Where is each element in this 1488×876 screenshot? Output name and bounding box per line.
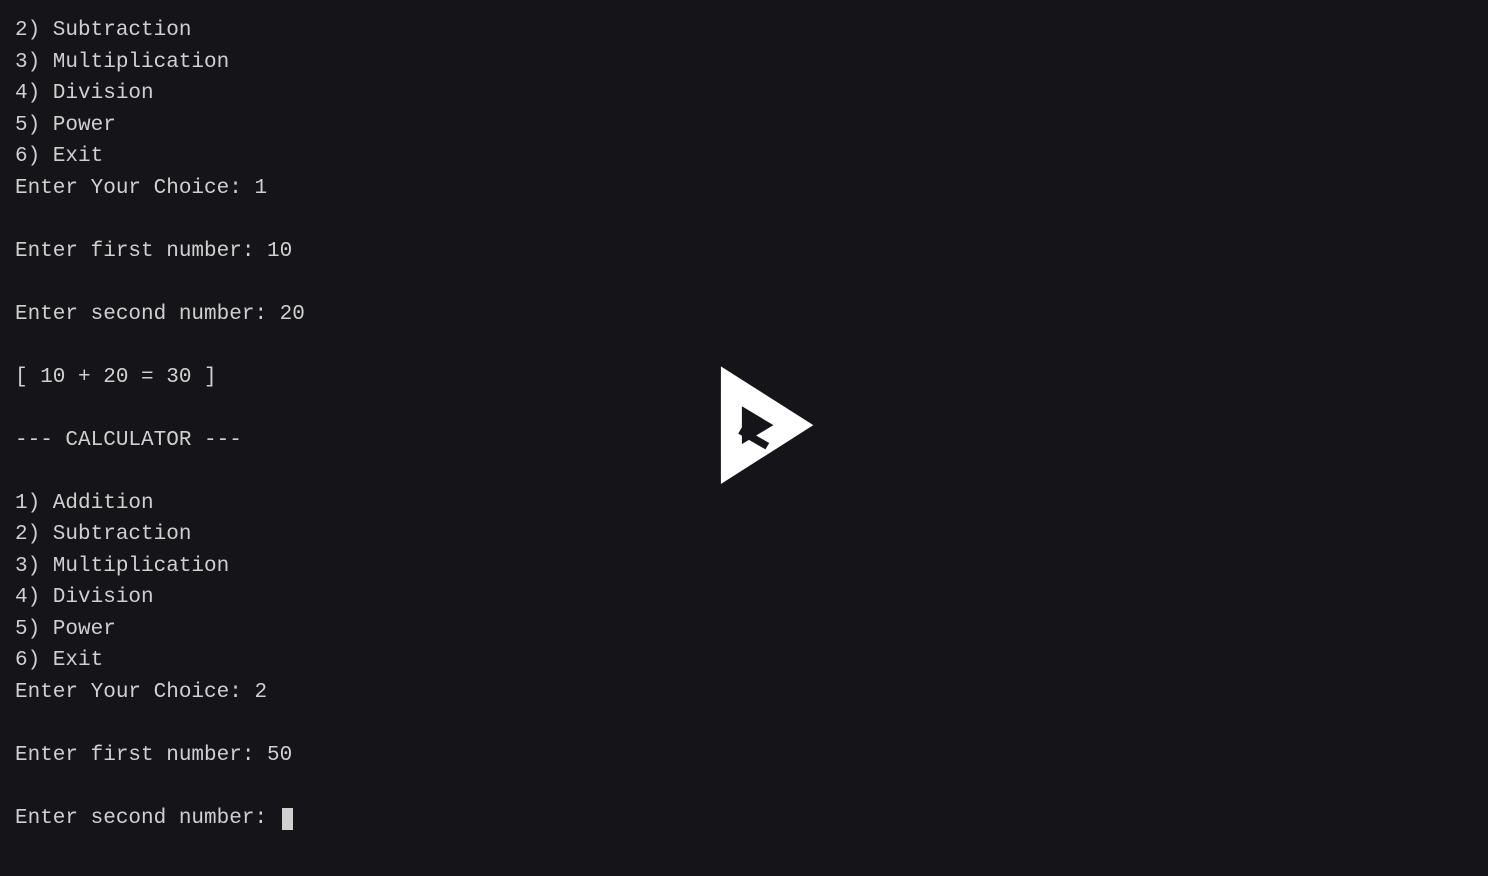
terminal-line: 2) Subtraction <box>15 15 1473 47</box>
terminal-line <box>15 267 1473 299</box>
terminal-line <box>15 708 1473 740</box>
terminal-line: Enter first number: 10 <box>15 236 1473 268</box>
terminal-line: 6) Exit <box>15 141 1473 173</box>
terminal-line: 3) Multiplication <box>15 47 1473 79</box>
terminal-line: Enter Your Choice: 1 <box>15 173 1473 205</box>
play-button[interactable] <box>713 360 818 502</box>
terminal-line: 2) Subtraction <box>15 519 1473 551</box>
terminal-line: 5) Power <box>15 110 1473 142</box>
prompt-text: Enter second number: <box>15 807 280 830</box>
terminal-line <box>15 330 1473 362</box>
terminal-line: 5) Power <box>15 614 1473 646</box>
terminal-line: 4) Division <box>15 582 1473 614</box>
terminal-line: Enter first number: 50 <box>15 740 1473 772</box>
terminal-line: Enter Your Choice: 2 <box>15 677 1473 709</box>
cursor-icon <box>282 808 293 830</box>
terminal-line: Enter second number: 20 <box>15 299 1473 331</box>
terminal-line: 4) Division <box>15 78 1473 110</box>
terminal-line: 3) Multiplication <box>15 551 1473 583</box>
terminal-line <box>15 771 1473 803</box>
terminal-line <box>15 204 1473 236</box>
play-icon <box>713 360 818 490</box>
terminal-cursor-line: Enter second number: <box>15 803 1473 835</box>
terminal-line: 6) Exit <box>15 645 1473 677</box>
